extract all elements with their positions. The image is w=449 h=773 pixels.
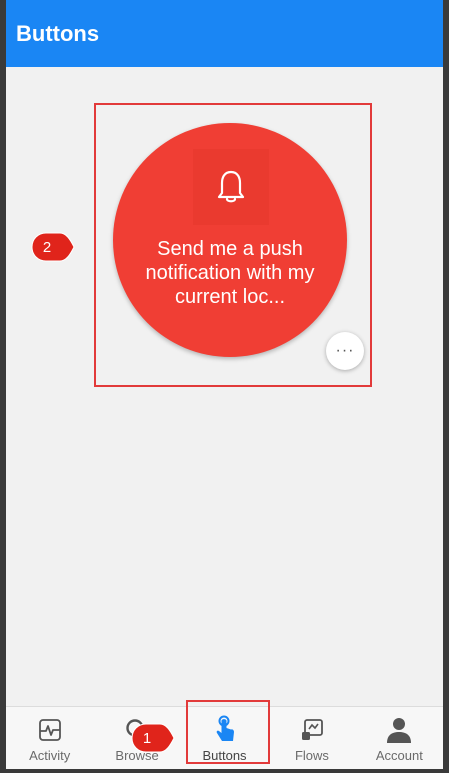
buttons-tab-highlight — [186, 700, 270, 764]
nav-item-flows[interactable]: Flows — [268, 707, 355, 769]
nav-label-activity: Activity — [29, 748, 71, 763]
nav-item-account[interactable]: Account — [356, 707, 443, 769]
bell-icon — [217, 170, 245, 203]
callout-2-label: 2 — [42, 238, 52, 256]
activity-icon — [37, 715, 63, 745]
nav-label-flows: Flows — [294, 748, 329, 763]
buttons-content: Send me a push notification with my curr… — [6, 67, 443, 707]
page-title: Buttons — [16, 20, 100, 46]
callout-1-label: 1 — [142, 729, 152, 747]
nav-item-activity[interactable]: Activity — [6, 707, 93, 769]
account-icon — [385, 715, 413, 745]
callout-1: 1 — [130, 722, 176, 754]
more-options-button[interactable]: ··· — [326, 332, 364, 370]
flow-button[interactable]: Send me a push notification with my curr… — [113, 123, 347, 357]
phone-screen: Buttons Send me a push notification with… — [0, 0, 449, 773]
bell-icon-tile — [193, 149, 269, 225]
flow-button-label: Send me a push notification with my curr… — [145, 238, 315, 308]
callout-2: 2 — [30, 231, 76, 263]
app-bar: Buttons — [6, 0, 443, 67]
flows-icon — [299, 715, 325, 745]
nav-label-account: Account — [375, 748, 423, 763]
